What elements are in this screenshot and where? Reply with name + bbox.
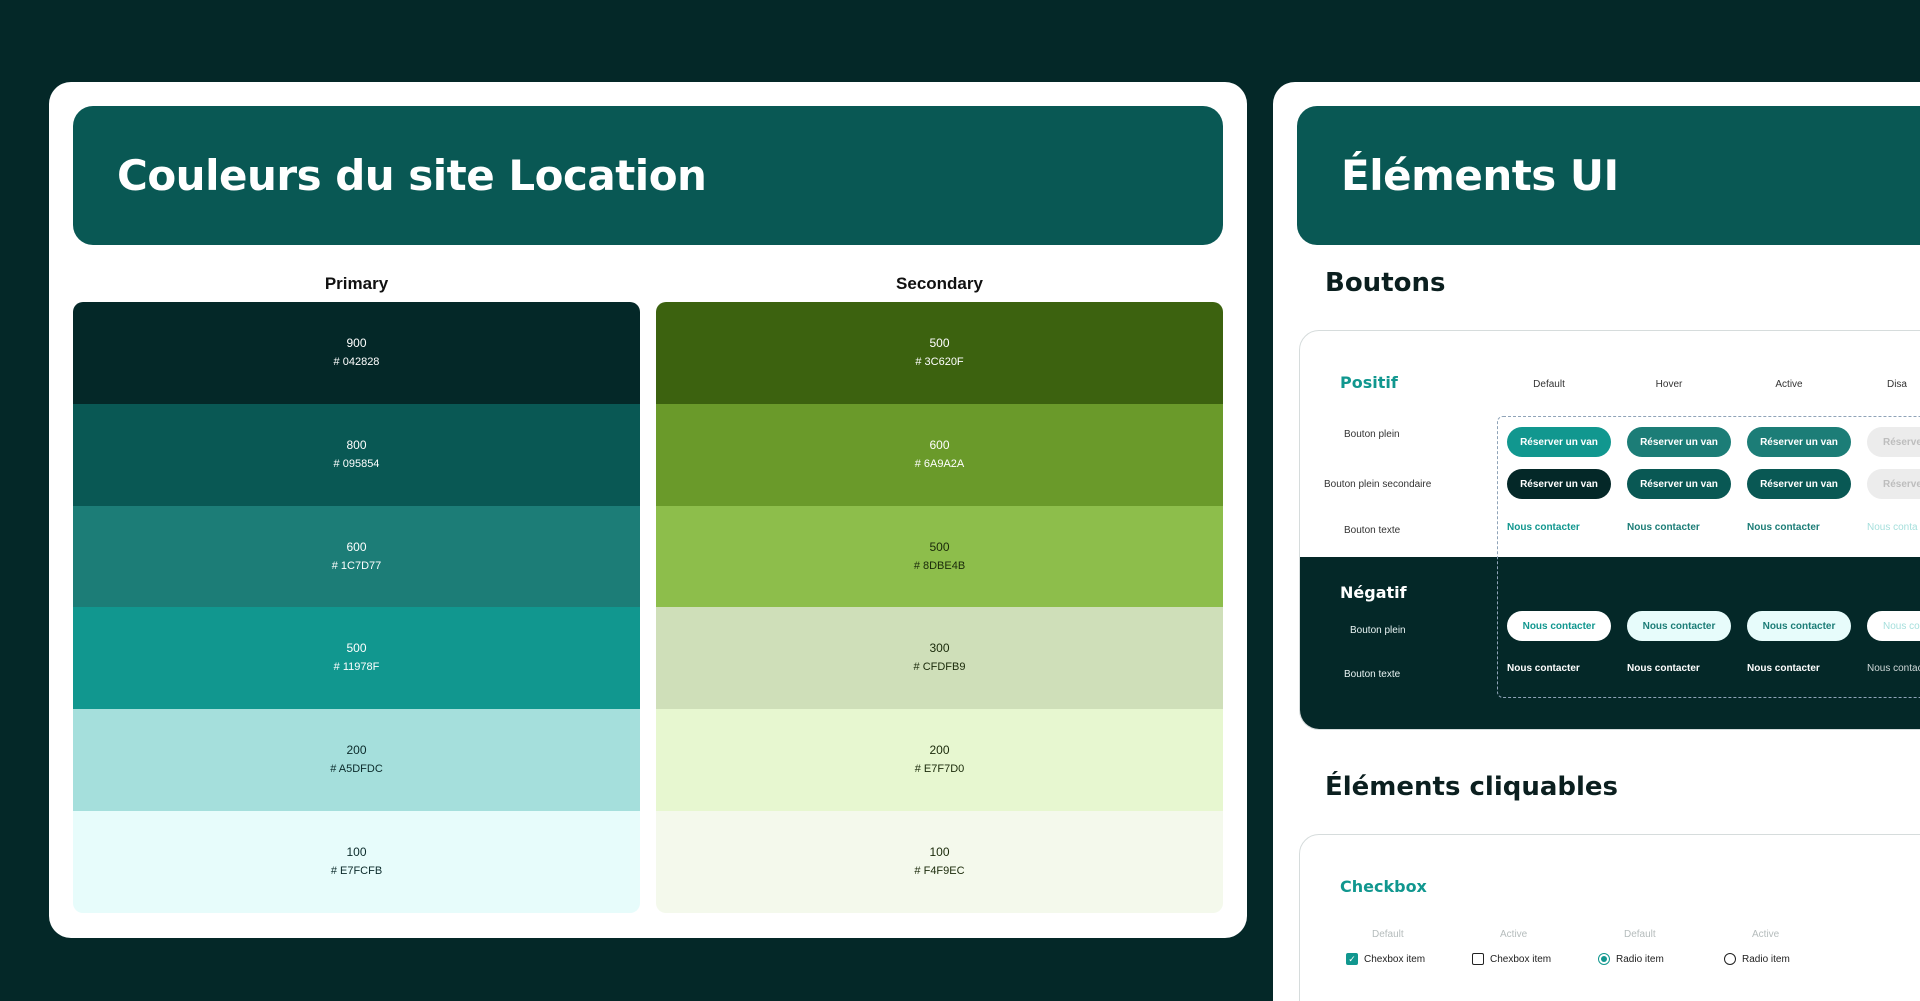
secondary-swatch-500b: 500 # 8DBE4B: [656, 505, 1223, 608]
positif-label: Positif: [1340, 373, 1398, 392]
swatch-hex: # F4F9EC: [914, 865, 965, 878]
swatch-level: 800: [346, 437, 367, 452]
row-label-bouton-plein: Bouton plein: [1344, 429, 1400, 440]
primary-swatch-900: 900 # 042828: [73, 302, 640, 404]
state-disabled: Disa: [1886, 379, 1907, 390]
primary-swatch-200: 200 # A5DFDC: [73, 709, 640, 812]
swatch-hex: # E7FCFB: [330, 865, 383, 878]
state-hover: Hover: [1655, 379, 1683, 390]
primary-swatch-600: 600 # 1C7D77: [73, 505, 640, 608]
row-label-bouton-plein-secondaire: Bouton plein secondaire: [1324, 479, 1432, 490]
secondary-swatch-100: 100 # F4F9EC: [656, 811, 1223, 913]
color-palette-card: Couleurs du site Location Primary Second…: [49, 82, 1247, 938]
checkbox-item-label: Chexbox item: [1490, 953, 1552, 965]
secondary-swatch-300: 300 # CFDFB9: [656, 607, 1223, 710]
swatch-level: 600: [346, 539, 367, 554]
ui-title: Éléments UI: [1341, 151, 1619, 200]
radio-item-label: Radio item: [1616, 953, 1664, 965]
checkbox-unchecked-icon[interactable]: [1472, 953, 1484, 965]
swatch-level: 500: [929, 539, 950, 554]
swatch-hex: # 8DBE4B: [913, 559, 966, 572]
radio-item-checked[interactable]: Radio item: [1598, 953, 1664, 965]
clickable-section-title: Éléments cliquables: [1325, 772, 1619, 802]
neg-row-label-bouton-plein: Bouton plein: [1350, 625, 1406, 636]
secondary-column-title: Secondary: [896, 274, 983, 293]
ui-elements-card: Éléments UI Boutons Default Hover Active…: [1273, 82, 1920, 1001]
swatch-level: 100: [346, 845, 367, 860]
swatch-level: 200: [346, 743, 367, 758]
negatif-label: Négatif: [1340, 583, 1407, 602]
swatch-level: 100: [929, 845, 950, 860]
primary-column-title: Primary: [324, 274, 389, 293]
swatch-level: 500: [346, 641, 367, 656]
swatch-hex: # 042828: [333, 355, 380, 368]
radio-state-active: Active: [1752, 929, 1780, 940]
row-label-bouton-texte: Bouton texte: [1344, 525, 1401, 536]
neg-row-label-bouton-texte: Bouton texte: [1344, 669, 1401, 680]
swatch-hex: # 095854: [333, 457, 380, 470]
checkbox-item-unchecked[interactable]: Chexbox item: [1472, 953, 1551, 965]
secondary-swatch-600: 600 # 6A9A2A: [656, 403, 1223, 506]
radio-checked-icon[interactable]: [1598, 953, 1610, 965]
state-active: Active: [1775, 379, 1803, 390]
ui-header-banner: Éléments UI: [1297, 106, 1920, 245]
primary-swatch-500: 500 # 11978F: [73, 607, 640, 710]
checkbox-item-checked[interactable]: ✓ Chexbox item: [1346, 953, 1425, 965]
palette-header-banner: Couleurs du site Location: [73, 106, 1223, 245]
buttons-section-title: Boutons: [1325, 268, 1446, 298]
radio-state-default: Default: [1624, 929, 1656, 940]
swatch-level: 500: [929, 335, 950, 350]
swatch-hex: # 3C620F: [915, 355, 964, 368]
checkbox-title: Checkbox: [1340, 877, 1427, 896]
swatch-level: 900: [346, 335, 367, 350]
primary-swatch-100: 100 # E7FCFB: [73, 811, 640, 913]
checkbox-state-default: Default: [1372, 929, 1404, 940]
secondary-palette: 500 # 3C620F 600 # 6A9A2A 500 # 8DBE4B 3…: [656, 302, 1223, 913]
primary-swatch-800: 800 # 095854: [73, 403, 640, 506]
clickable-panel: Checkbox Default Active Default Active ✓…: [1299, 834, 1920, 1001]
secondary-swatch-200: 200 # E7F7D0: [656, 709, 1223, 812]
swatch-hex: # 1C7D77: [331, 559, 382, 572]
swatch-level: 600: [929, 437, 950, 452]
swatch-hex: # E7F7D0: [914, 763, 965, 776]
palette-title: Couleurs du site Location: [117, 151, 707, 200]
secondary-swatch-500: 500 # 3C620F: [656, 302, 1223, 404]
radio-item-unchecked[interactable]: Radio item: [1724, 953, 1790, 965]
checkbox-state-active: Active: [1500, 929, 1528, 940]
primary-palette: 900 # 042828 800 # 095854 600 # 1C7D77 5…: [73, 302, 640, 913]
swatch-hex: # A5DFDC: [330, 763, 383, 776]
swatch-level: 300: [929, 641, 950, 656]
swatch-hex: # 11978F: [333, 661, 380, 674]
buttons-panel: Default Hover Active Disa Positif Bouton…: [1299, 330, 1920, 730]
checkbox-item-label: Chexbox item: [1364, 953, 1426, 965]
radio-item-label: Radio item: [1742, 953, 1790, 965]
swatch-level: 200: [929, 743, 950, 758]
state-default: Default: [1533, 379, 1565, 390]
swatch-hex: # 6A9A2A: [914, 457, 965, 470]
checkbox-checked-icon[interactable]: ✓: [1346, 953, 1358, 965]
radio-unchecked-icon[interactable]: [1724, 953, 1736, 965]
variants-dashed-frame: [1497, 416, 1920, 698]
swatch-hex: # CFDFB9: [913, 661, 966, 674]
